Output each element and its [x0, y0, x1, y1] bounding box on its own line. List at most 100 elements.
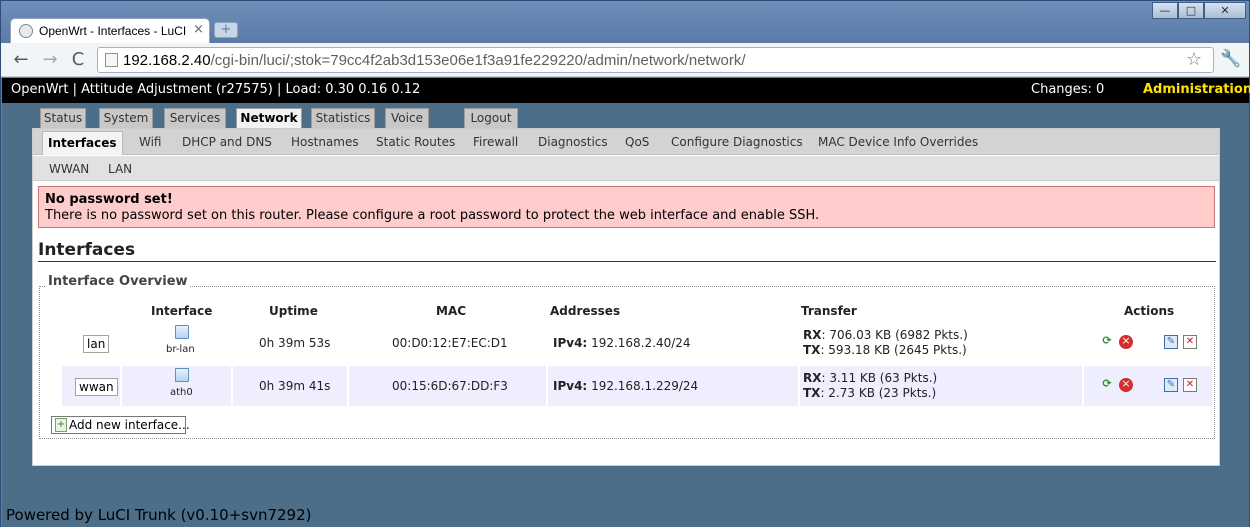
star-icon[interactable]: ☆	[1186, 49, 1202, 70]
page-title: Interfaces	[38, 240, 136, 260]
interface-submenu: WWAN LAN	[33, 156, 1219, 181]
address-label: IPv4:	[553, 336, 588, 350]
reconnect-icon[interactable]: ⟳	[1100, 335, 1114, 349]
menu-voice[interactable]: Voice	[385, 108, 429, 129]
fieldset-legend: Interface Overview	[46, 274, 190, 289]
mac-cell: 00:15:6D:67:DD:F3	[349, 366, 548, 406]
tab-mac-overrides[interactable]: MAC Device Info Overrides	[818, 135, 978, 149]
ipv4-value: 192.168.1.229/24	[591, 379, 699, 393]
close-window-button[interactable]: ✕	[1204, 2, 1246, 19]
shutdown-icon[interactable]: ×	[1119, 378, 1133, 392]
maximize-button[interactable]: □	[1178, 2, 1204, 19]
uptime-cell: 0h 39m 41s	[233, 366, 349, 406]
device-name: br-lan	[166, 344, 195, 355]
network-submenu: Interfaces Wifi DHCP and DNS Hostnames S…	[33, 129, 1219, 155]
menu-network[interactable]: Network	[236, 108, 302, 130]
edit-icon[interactable]: ✎	[1164, 335, 1178, 349]
back-arrow-icon[interactable]: ←	[10, 49, 32, 71]
browser-window: OpenWrt - Interfaces - LuCI × + — □ ✕ ← …	[0, 0, 1250, 527]
address-bar[interactable]: 192.168.2.40/cgi-bin/luci/;stok=79cc4f2a…	[97, 47, 1214, 73]
uptime-value: 0h 39m 53s	[259, 336, 331, 350]
browser-toolbar: ← → C 192.168.2.40/cgi-bin/luci/;stok=79…	[1, 43, 1249, 77]
browser-tab[interactable]: OpenWrt - Interfaces - LuCI ×	[10, 18, 210, 43]
tx-value: TX: 593.18 KB (2645 Pkts.)	[803, 343, 967, 357]
menu-logout[interactable]: Logout	[464, 108, 518, 129]
transfer-cell: RX: 706.03 KB (6982 Pkts.) TX: 593.18 KB…	[800, 323, 1084, 363]
tx-label: TX	[803, 386, 821, 400]
subtab-lan[interactable]: LAN	[108, 162, 132, 176]
url-host: 192.168.2.40	[123, 52, 211, 69]
menu-services[interactable]: Services	[164, 108, 226, 129]
reload-icon[interactable]: C	[67, 49, 89, 71]
tab-firewall[interactable]: Firewall	[473, 135, 518, 149]
system-info: OpenWrt | Attitude Adjustment (r27575) |…	[11, 82, 421, 97]
network-name-badge: wwan	[75, 378, 118, 396]
tab-interfaces[interactable]: Interfaces	[42, 131, 123, 155]
uptime-cell: 0h 39m 53s	[233, 323, 349, 363]
tab-title: OpenWrt - Interfaces - LuCI	[39, 24, 187, 38]
mac-value: 00:15:6D:67:DD:F3	[392, 379, 508, 393]
network-cell: lan	[62, 323, 122, 363]
mac-cell: 00:D0:12:E7:EC:D1	[349, 323, 548, 363]
col-header-mac: MAC	[436, 304, 467, 318]
forward-arrow-icon[interactable]: →	[39, 49, 61, 71]
address-cell: IPv4: 192.168.2.40/24	[548, 323, 800, 363]
rx-value: RX: 706.03 KB (6982 Pkts.)	[803, 328, 968, 342]
col-header-interface: Interface	[151, 304, 213, 318]
delete-icon[interactable]: ✕	[1183, 378, 1197, 392]
tab-configure-diagnostics[interactable]: Configure Diagnostics	[671, 135, 803, 149]
minimize-button[interactable]: —	[1152, 2, 1178, 19]
menu-statistics[interactable]: Statistics	[311, 108, 375, 129]
close-tab-icon[interactable]: ×	[193, 22, 204, 38]
menu-system[interactable]: System	[99, 108, 153, 129]
header-bar: OpenWrt | Attitude Adjustment (r27575) |…	[2, 78, 1250, 103]
url-text[interactable]: 192.168.2.40/cgi-bin/luci/;stok=79cc4f2a…	[123, 52, 746, 69]
rx-value: RX: 3.11 KB (63 Pkts.)	[803, 371, 937, 385]
globe-icon	[19, 24, 33, 38]
subtab-wwan[interactable]: WWAN	[49, 162, 89, 176]
alert-message: There is no password set on this router.…	[45, 208, 820, 223]
add-interface-label: Add new interface...	[69, 418, 190, 432]
new-tab-button[interactable]: +	[214, 22, 238, 38]
ipv4-value: 192.168.2.40/24	[591, 336, 691, 350]
alert-title: No password set!	[45, 192, 173, 207]
admin-mode-link[interactable]: Administration	[1143, 82, 1250, 97]
delete-icon[interactable]: ✕	[1183, 335, 1197, 349]
address-value: IPv4: 192.168.2.40/24	[553, 336, 691, 350]
tab-hostnames[interactable]: Hostnames	[291, 135, 359, 149]
wireless-device-icon	[175, 368, 189, 382]
device-name: ath0	[170, 387, 193, 398]
edit-icon[interactable]: ✎	[1164, 378, 1178, 392]
actions-cell: ⟳ × ✎ ✕	[1084, 323, 1212, 363]
content-container: Interfaces Wifi DHCP and DNS Hostnames S…	[32, 128, 1220, 466]
menu-status[interactable]: Status	[40, 108, 86, 129]
rx-label: RX	[803, 371, 822, 385]
col-header-addresses: Addresses	[550, 304, 621, 318]
tx-data: : 593.18 KB (2645 Pkts.)	[820, 343, 967, 357]
tab-wifi[interactable]: Wifi	[139, 135, 162, 149]
ethernet-device-icon	[175, 325, 189, 339]
footer-credit[interactable]: Powered by LuCI Trunk (v0.10+svn7292)	[6, 506, 312, 524]
changes-link[interactable]: Changes: 0	[1031, 82, 1104, 97]
address-value: IPv4: 192.168.1.229/24	[553, 379, 698, 393]
col-header-uptime: Uptime	[269, 304, 318, 318]
actions-cell: ⟳ × ✎ ✕	[1084, 366, 1212, 406]
rx-label: RX	[803, 328, 822, 342]
tab-qos[interactable]: QoS	[625, 135, 649, 149]
wrench-icon[interactable]: 🔧	[1220, 49, 1241, 69]
tx-label: TX	[803, 343, 821, 357]
url-path: /cgi-bin/luci/;stok=79cc4f2ab3d153e06e1f…	[210, 52, 746, 69]
password-alert: No password set! There is no password se…	[38, 186, 1215, 228]
rx-data: : 3.11 KB (63 Pkts.)	[821, 371, 938, 385]
tx-value: TX: 2.73 KB (23 Pkts.)	[803, 386, 936, 400]
transfer-cell: RX: 3.11 KB (63 Pkts.) TX: 2.73 KB (23 P…	[800, 366, 1084, 406]
tab-diagnostics[interactable]: Diagnostics	[538, 135, 608, 149]
shutdown-icon[interactable]: ×	[1119, 335, 1133, 349]
reconnect-icon[interactable]: ⟳	[1100, 378, 1114, 392]
device-cell: br-lan	[122, 323, 233, 363]
table-row: wwan ath0 0h 39m 41s 00:15:6D:67:DD:F3 I…	[62, 366, 1212, 406]
tab-static-routes[interactable]: Static Routes	[376, 135, 455, 149]
tab-dhcp-dns[interactable]: DHCP and DNS	[182, 135, 272, 149]
add-interface-button[interactable]: + Add new interface...	[51, 416, 190, 434]
network-cell: wwan	[62, 366, 122, 406]
